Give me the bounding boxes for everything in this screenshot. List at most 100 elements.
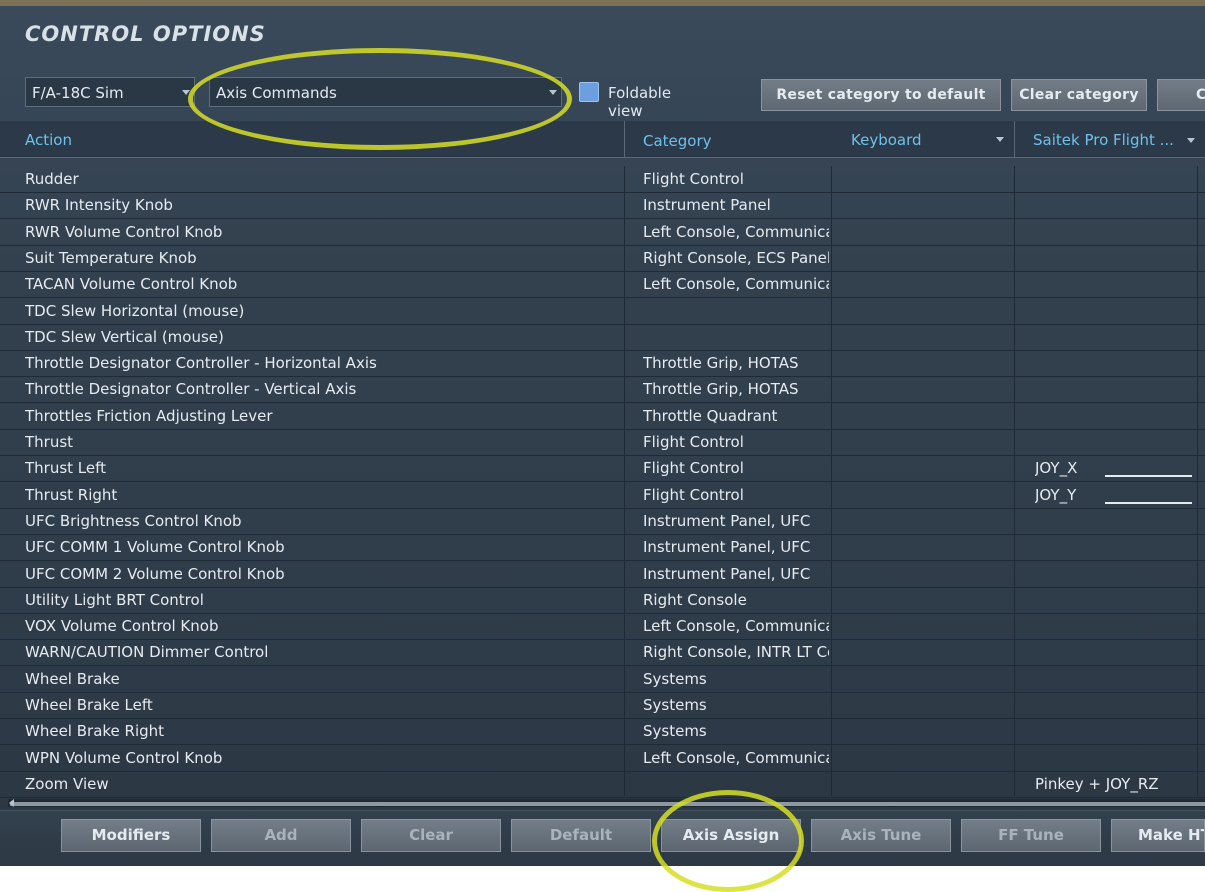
action-cell: TDC Slew Vertical (mouse) <box>25 327 224 346</box>
category-cell: Left Console, Communica <box>643 617 829 636</box>
table-row[interactable]: Throttle Designator Controller - Vertica… <box>0 376 1205 404</box>
table-row[interactable]: WARN/CAUTION Dimmer Control Right Console… <box>0 639 1205 667</box>
category-select-value: Axis Commands <box>216 84 337 102</box>
chevron-down-icon <box>549 90 557 95</box>
clear-category-button[interactable]: Clear category <box>1011 79 1147 111</box>
action-cell: TACAN Volume Control Knob <box>25 275 238 294</box>
action-cell: Throttle Designator Controller - Vertica… <box>25 380 357 399</box>
scrollbar-thumb[interactable] <box>10 802 1205 806</box>
keyboard-header-label: Keyboard <box>851 131 922 149</box>
bindings-table: Rudder Flight Control RWR Intensity Knob In… <box>0 166 1205 798</box>
column-header-category[interactable]: Category <box>643 132 712 150</box>
table-row[interactable]: TACAN Volume Control Knob Left Console, C… <box>0 271 1205 299</box>
table-row[interactable]: UFC COMM 1 Volume Control Knob Instrument… <box>0 534 1205 562</box>
table-row[interactable]: Thrust Flight Control <box>0 429 1205 456</box>
ff-tune-button[interactable]: FF Tune <box>961 819 1101 852</box>
category-cell: Flight Control <box>643 485 744 504</box>
action-cell: UFC Brightness Control Knob <box>25 511 242 530</box>
action-cell: WPN Volume Control Knob <box>25 748 223 767</box>
table-row[interactable]: Rudder Flight Control <box>0 166 1205 193</box>
device-binding-cell[interactable]: Pinkey + JOY_RZ <box>1035 775 1200 793</box>
category-cell: Instrument Panel, UFC <box>643 564 811 583</box>
table-row[interactable]: UFC COMM 2 Volume Control Knob Instrument… <box>0 561 1205 588</box>
axis-tune-button[interactable]: Axis Tune <box>811 819 951 852</box>
category-cell: Right Console <box>643 590 747 609</box>
action-cell: VOX Volume Control Knob <box>25 617 219 636</box>
foldable-view-checkbox[interactable] <box>579 82 599 102</box>
reset-category-button[interactable]: Reset category to default <box>761 79 1001 111</box>
device-header-label: Saitek Pro Flight ... <box>1033 131 1174 149</box>
category-cell: Throttle Quadrant <box>643 406 778 425</box>
action-cell: Wheel Brake Left <box>25 696 153 714</box>
cut-button[interactable]: C <box>1157 79 1205 111</box>
category-cell: Systems <box>643 722 707 741</box>
add-button[interactable]: Add <box>211 819 351 852</box>
table-row[interactable]: Zoom View Pinkey + JOY_RZ <box>0 771 1205 798</box>
clear-button[interactable]: Clear <box>361 819 501 852</box>
window-title: CONTROL OPTIONS <box>25 22 266 46</box>
category-cell: Flight Control <box>643 459 744 478</box>
action-cell: Rudder <box>25 170 79 188</box>
category-cell: Throttle Grip, HOTAS <box>643 380 799 399</box>
make-html-button[interactable]: Make HTML <box>1111 819 1205 852</box>
action-cell: WARN/CAUTION Dimmer Control <box>25 643 269 662</box>
default-button[interactable]: Default <box>511 819 651 852</box>
axis-position-bar <box>1105 501 1192 504</box>
category-cell: Flight Control <box>643 433 744 451</box>
category-cell: Instrument Panel <box>643 196 771 215</box>
table-row[interactable]: WPN Volume Control Knob Left Console, Com… <box>0 745 1205 772</box>
action-cell: RWR Intensity Knob <box>25 196 173 215</box>
action-cell: Utility Light BRT Control <box>25 590 204 609</box>
category-select[interactable]: Axis Commands <box>209 77 562 107</box>
table-row[interactable]: Throttle Designator Controller - Horizon… <box>0 350 1205 378</box>
chevron-down-icon[interactable] <box>996 137 1004 142</box>
category-cell: Flight Control <box>643 170 744 188</box>
action-cell: Suit Temperature Knob <box>25 248 197 267</box>
table-row[interactable]: Thrust Right Flight Control JOY_Y <box>0 482 1205 509</box>
table-row[interactable]: Utility Light BRT Control Right Console <box>0 587 1205 614</box>
category-cell: Left Console, Communica <box>643 275 829 294</box>
table-row[interactable]: UFC Brightness Control Knob Instrument Pa… <box>0 508 1205 535</box>
scroll-left-icon[interactable] <box>9 799 14 807</box>
category-cell: Left Console, Communica <box>643 222 829 241</box>
action-cell: UFC COMM 2 Volume Control Knob <box>25 564 285 583</box>
table-row[interactable]: RWR Intensity Knob Instrument Panel <box>0 192 1205 220</box>
action-cell: RWR Volume Control Knob <box>25 222 223 241</box>
table-row[interactable]: Wheel Brake Right Systems <box>0 718 1205 746</box>
action-cell: Throttles Friction Adjusting Lever <box>25 406 273 425</box>
table-row[interactable]: Thrust Left Flight Control JOY_X <box>0 455 1205 483</box>
action-cell: Throttle Designator Controller - Horizon… <box>25 354 377 373</box>
action-cell: Wheel Brake Right <box>25 722 165 741</box>
action-cell: Wheel Brake <box>25 669 120 688</box>
category-cell: Instrument Panel, UFC <box>643 511 811 530</box>
column-header-keyboard[interactable]: Keyboard <box>851 131 922 149</box>
table-row[interactable]: RWR Volume Control Knob Left Console, Com… <box>0 219 1205 246</box>
action-cell: Thrust <box>25 433 74 451</box>
table-row[interactable]: Wheel Brake Left Systems <box>0 692 1205 719</box>
aircraft-select[interactable]: F/A-18C Sim <box>25 77 195 107</box>
category-cell: Right Console, INTR LT Cc <box>643 643 829 662</box>
axis-assign-button[interactable]: Axis Assign <box>661 819 801 852</box>
table-row[interactable]: VOX Volume Control Knob Left Console, Com… <box>0 613 1205 641</box>
action-cell: TDC Slew Horizontal (mouse) <box>25 301 245 320</box>
table-row[interactable]: Throttles Friction Adjusting Lever Thrott… <box>0 403 1205 430</box>
action-cell: UFC COMM 1 Volume Control Knob <box>25 538 285 557</box>
category-cell: Instrument Panel, UFC <box>643 538 811 557</box>
table-row[interactable]: TDC Slew Vertical (mouse) <box>0 324 1205 351</box>
chevron-down-icon <box>1186 138 1195 143</box>
modifiers-button[interactable]: Modifiers <box>61 819 201 852</box>
table-row[interactable]: Suit Temperature Knob Right Console, ECS … <box>0 245 1205 272</box>
table-row[interactable]: TDC Slew Horizontal (mouse) <box>0 298 1205 325</box>
category-cell: Right Console, ECS Panel <box>643 248 829 267</box>
table-row[interactable]: Wheel Brake Systems <box>0 666 1205 693</box>
table-header: Action Category Keyboard Saitek Pro Flig… <box>0 121 1205 158</box>
header-divider <box>624 121 625 157</box>
control-options-window: CONTROL OPTIONS F/A-18C Sim Axis Command… <box>0 0 1205 866</box>
category-cell: Systems <box>643 669 707 688</box>
category-cell: Systems <box>643 696 707 714</box>
aircraft-select-value: F/A-18C Sim <box>32 84 124 102</box>
header-divider <box>1014 121 1015 157</box>
column-header-action[interactable]: Action <box>25 131 72 149</box>
column-header-device[interactable]: Saitek Pro Flight ... <box>1033 131 1195 149</box>
axis-position-bar <box>1105 475 1192 478</box>
